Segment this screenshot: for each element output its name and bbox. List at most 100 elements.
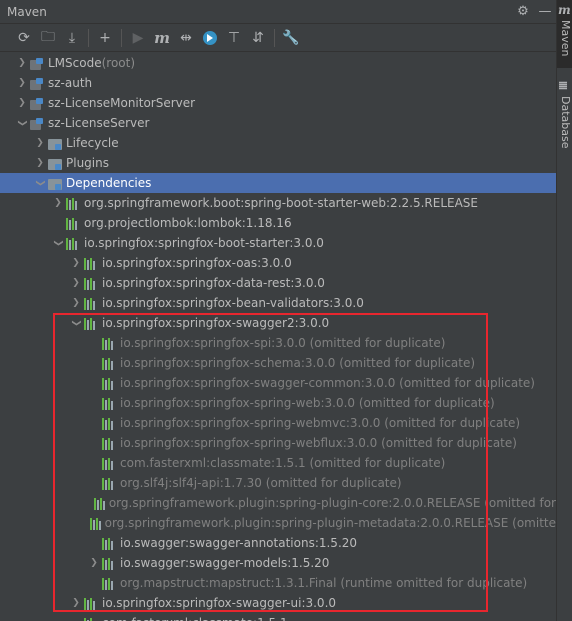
chevron-right-icon[interactable]: ❯ [14, 98, 30, 108]
tree-row[interactable]: ❯ io.swagger:swagger-models:1.5.20 [0, 553, 556, 573]
tree-row[interactable]: io.swagger:swagger-annotations:1.5.20 [0, 533, 556, 553]
tree-row-label: LMScode [48, 56, 102, 70]
module-icon [30, 76, 44, 90]
module-icon [30, 116, 44, 130]
tree-row[interactable]: ❯ Dependencies [0, 173, 556, 193]
tree-row[interactable]: io.springfox:springfox-swagger-common:3.… [0, 373, 556, 393]
tree-row-label: io.springfox:springfox-spring-webflux:3.… [120, 436, 517, 450]
tree-row[interactable]: ❯ io.springfox:springfox-bean-validators:… [0, 293, 556, 313]
tree-row-label: io.springfox:springfox-boot-starter:3.0.… [84, 236, 324, 250]
show-dependencies-icon[interactable]: ⊤ [222, 27, 246, 49]
library-icon [102, 356, 116, 370]
tree-row-label: org.springframework.plugin:spring-plugin… [104, 516, 556, 530]
reload-icon[interactable]: ⟳ [12, 27, 36, 49]
chevron-down-icon[interactable]: ❯ [53, 235, 63, 251]
tree-row[interactable]: ❯ LMScode (root) [0, 53, 556, 73]
tree-row[interactable]: ❯ io.springfox:springfox-data-rest:3.0.0 [0, 273, 556, 293]
module-icon [30, 56, 44, 70]
tree-row[interactable]: ❯ sz-LicenseMonitorServer [0, 93, 556, 113]
library-icon [66, 216, 80, 230]
add-icon[interactable]: + [93, 27, 117, 49]
tree-row[interactable]: com.fasterxml:classmate:1.5.1 [0, 613, 556, 621]
chevron-right-icon[interactable]: ❯ [68, 278, 84, 288]
chevron-right-icon[interactable]: ❯ [50, 198, 66, 208]
tree-row[interactable]: org.mapstruct:mapstruct:1.3.1.Final (run… [0, 573, 556, 593]
tree-row-label: io.springfox:springfox-swagger-common:3.… [120, 376, 535, 390]
reload-folder-icon[interactable]: 🗀 [36, 27, 60, 49]
chevron-down-icon[interactable]: ❯ [71, 315, 81, 331]
tree-row[interactable]: ❯ io.springfox:springfox-boot-starter:3.0… [0, 233, 556, 253]
tree-row[interactable]: org.springframework.plugin:spring-plugin… [0, 493, 556, 513]
download-icon[interactable]: ⤓ [60, 27, 84, 49]
tree-row-suffix: (root) [101, 56, 136, 70]
tool-window-header: Maven ⚙ — [0, 0, 556, 24]
tree-row-label: org.projectlombok:lombok:1.18.16 [84, 216, 292, 230]
module-icon [30, 96, 44, 110]
chevron-down-icon[interactable]: ❯ [35, 175, 45, 191]
tree-row[interactable]: ❯ sz-auth [0, 73, 556, 93]
tree-row-label: sz-LicenseServer [48, 116, 150, 130]
toolbar-separator [121, 28, 122, 47]
tree-row-label: Lifecycle [66, 136, 119, 150]
chevron-right-icon[interactable]: ❯ [68, 598, 84, 608]
chevron-right-icon[interactable]: ❯ [14, 78, 30, 88]
toggle-offline-icon[interactable]: ⇹ [174, 27, 198, 49]
library-icon [84, 316, 98, 330]
tree-row[interactable]: io.springfox:springfox-spring-webflux:3.… [0, 433, 556, 453]
tree-row[interactable]: ❯ sz-LicenseServer [0, 113, 556, 133]
chevron-right-icon[interactable]: ❯ [68, 298, 84, 308]
tree-row[interactable]: io.springfox:springfox-spring-web:3.0.0 … [0, 393, 556, 413]
tree-row[interactable]: org.slf4j:slf4j-api:1.7.30 (omitted for … [0, 473, 556, 493]
folder-icon [48, 176, 62, 190]
library-icon [102, 416, 116, 430]
tree-row-label: org.slf4j:slf4j-api:1.7.30 (omitted for … [120, 476, 402, 490]
chevron-right-icon[interactable]: ❯ [14, 58, 30, 68]
tree-row-label: io.springfox:springfox-swagger-ui:3.0.0 [102, 596, 337, 610]
tree-row[interactable]: ❯ io.springfox:springfox-oas:3.0.0 [0, 253, 556, 273]
tree-row-label: io.springfox:springfox-swagger2:3.0.0 [102, 316, 330, 330]
execute-goal-icon[interactable]: m [150, 27, 174, 49]
library-icon [93, 496, 105, 510]
maven-toolbar: ⟳ 🗀 ⤓ + ▶ m ⇹ ⊤ ⇵ 🔧 [0, 24, 556, 52]
tree-row-label: sz-LicenseMonitorServer [48, 96, 196, 110]
tree-row[interactable]: ❯ io.springfox:springfox-swagger2:3.0.0 [0, 313, 556, 333]
chevron-down-icon[interactable]: ❯ [17, 115, 27, 131]
tree-row[interactable]: ❯ Plugins [0, 153, 556, 173]
tree-row[interactable]: org.projectlombok:lombok:1.18.16 [0, 213, 556, 233]
collapse-all-icon[interactable]: ⇵ [246, 27, 270, 49]
library-icon [102, 536, 116, 550]
tree-row[interactable]: ❯ org.springframework.boot:spring-boot-st… [0, 193, 556, 213]
library-icon [84, 256, 98, 270]
right-sidebar: m Maven ≣ Database [556, 0, 572, 621]
chevron-right-icon[interactable]: ❯ [32, 138, 48, 148]
toolbar-separator [88, 28, 89, 47]
tree-row-label: com.fasterxml:classmate:1.5.1 (omitted f… [120, 456, 446, 470]
chevron-right-icon[interactable]: ❯ [68, 258, 84, 268]
tree-row[interactable]: ❯ Lifecycle [0, 133, 556, 153]
tree-row-label: sz-auth [48, 76, 93, 90]
gear-icon[interactable]: ⚙ [512, 4, 534, 19]
chevron-right-icon[interactable]: ❯ [86, 558, 102, 568]
library-icon [102, 376, 116, 390]
tree-row-label: io.springfox:springfox-spi:3.0.0 (omitte… [120, 336, 446, 350]
tree-row[interactable]: ❯ io.springfox:springfox-swagger-ui:3.0.0 [0, 593, 556, 613]
wrench-icon[interactable]: 🔧 [279, 27, 303, 49]
minimize-icon[interactable]: — [534, 4, 556, 19]
tree-row[interactable]: io.springfox:springfox-spring-webmvc:3.0… [0, 413, 556, 433]
library-icon [84, 296, 98, 310]
tree-row-label: Plugins [66, 156, 109, 170]
skip-tests-icon[interactable] [198, 27, 222, 49]
library-icon [84, 596, 98, 610]
library-icon [102, 336, 116, 350]
tool-window-title: Maven [7, 4, 47, 19]
chevron-right-icon[interactable]: ❯ [32, 158, 48, 168]
library-icon [66, 196, 80, 210]
sidebar-tab-maven[interactable]: m Maven [557, 0, 572, 68]
tree-row[interactable]: org.springframework.plugin:spring-plugin… [0, 513, 556, 533]
run-icon[interactable]: ▶ [126, 27, 150, 49]
tree-row-label: com.fasterxml:classmate:1.5.1 [102, 616, 288, 621]
tree-row[interactable]: io.springfox:springfox-schema:3.0.0 (omi… [0, 353, 556, 373]
tree-row[interactable]: com.fasterxml:classmate:1.5.1 (omitted f… [0, 453, 556, 473]
tree-row[interactable]: io.springfox:springfox-spi:3.0.0 (omitte… [0, 333, 556, 353]
library-icon [102, 476, 116, 490]
